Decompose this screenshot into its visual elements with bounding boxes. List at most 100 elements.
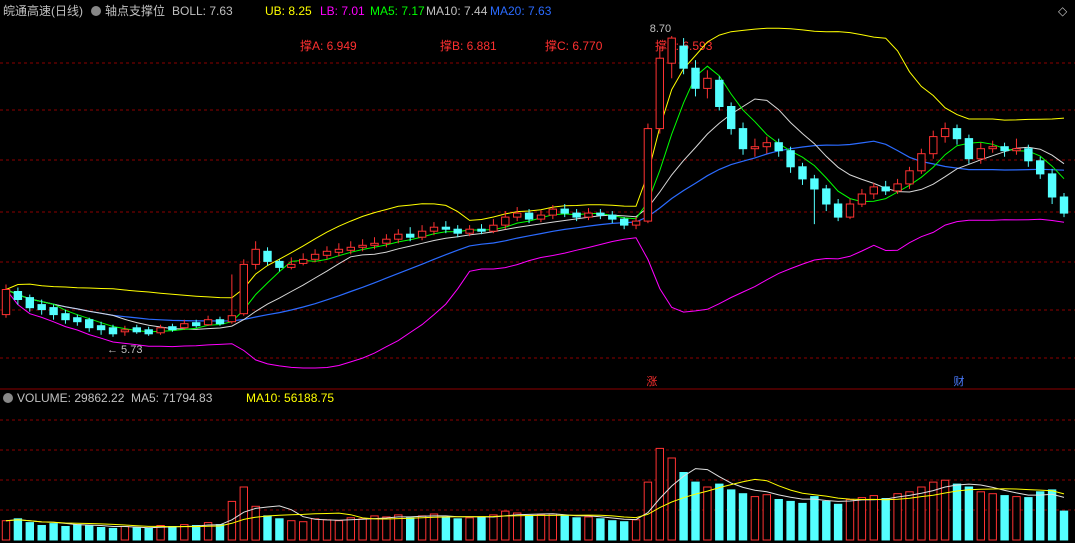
candle-body [1036, 160, 1045, 175]
volume-bar [750, 496, 760, 541]
candle-body [251, 248, 260, 265]
volume-bar [417, 515, 427, 541]
volume-dropdown-icon[interactable] [3, 393, 13, 403]
candle-body [940, 128, 950, 138]
volume-bar [358, 518, 367, 541]
candle-body [1047, 173, 1057, 198]
volume-bar [49, 523, 58, 541]
volume-bar [287, 520, 296, 541]
volume-bar [536, 514, 546, 541]
candle-body [1000, 146, 1009, 152]
volume-value: VOLUME: 29862.22 [17, 391, 125, 405]
candle-body [786, 150, 795, 168]
candle-body [108, 327, 118, 335]
candle-body [679, 45, 688, 69]
volume-bar [489, 514, 498, 541]
volume-value: MA10: 56188.75 [246, 391, 334, 405]
volume-bar [453, 518, 462, 541]
volume-bar [1036, 491, 1045, 541]
volume-bar [322, 519, 332, 541]
volume-bar [144, 527, 153, 541]
volume-bar [96, 527, 106, 541]
indicator-name: 轴点支撑位 [105, 3, 165, 18]
candle-body [346, 246, 356, 251]
candle-body [631, 220, 641, 226]
volume-bar [346, 517, 356, 541]
candle-body [667, 37, 676, 64]
volume-bar [727, 489, 736, 541]
candle-body [1024, 148, 1033, 162]
indicator-value: MA10: 7.44 [426, 4, 488, 18]
candle-body [227, 315, 237, 323]
candle-body [370, 242, 379, 246]
candle-body [881, 186, 890, 192]
volume-bar [857, 497, 867, 541]
candle-body [762, 142, 771, 148]
support-label: 撑C: 6.770 [545, 38, 603, 53]
volume-bar [334, 520, 344, 541]
candle-body [822, 188, 831, 205]
volume-bar [608, 520, 617, 541]
candle-body [620, 218, 629, 226]
candle-body [441, 226, 451, 230]
volume-bar [703, 486, 712, 541]
volume-bar [584, 516, 593, 541]
indicator-value: BOLL: 7.63 [172, 4, 233, 18]
candle-body [120, 329, 130, 333]
stock-chart: 皖通高速(日线) 轴点支撑位 BOLL: 7.63 UB: 8.25 LB: 7.0… [0, 3, 1075, 541]
support-labels: 撑A: 6.949 撑B: 6.881 撑C: 6.770 撑D: 6.593 [300, 38, 713, 53]
candle-body [548, 208, 557, 216]
volume-bar [917, 486, 926, 541]
volume-bar [1000, 495, 1009, 541]
candle-body [596, 212, 605, 216]
bollinger-bands [5, 27, 1065, 369]
candle-body [572, 212, 581, 218]
candle-body [608, 214, 617, 220]
volume-bar [370, 515, 379, 541]
candle-body [417, 230, 427, 238]
volume-bar [715, 483, 724, 541]
volume-bar [869, 495, 878, 541]
candle-body [358, 244, 367, 248]
support-label: 撑B: 6.881 [440, 38, 497, 53]
volume-bar [406, 517, 415, 541]
volume-bar [524, 515, 534, 541]
event-marker: 涨 [646, 375, 657, 388]
volume-bar [738, 493, 748, 541]
volume-header: VOLUME: 29862.22 MA5: 71794.83 MA10: 56188… [17, 391, 334, 405]
candle-body [215, 319, 225, 325]
candle-body [85, 319, 94, 329]
volume-bar [1, 520, 11, 541]
candle-body [905, 170, 914, 185]
candle-body [833, 203, 843, 218]
collapse-icon[interactable]: ◇ [1058, 4, 1068, 18]
volume-bar [251, 505, 260, 541]
candle-body [25, 297, 35, 309]
candle-body [857, 193, 867, 205]
volume-bar [465, 517, 474, 541]
volume-mas [5, 468, 1065, 529]
indicator-value: MA20: 7.63 [490, 4, 552, 18]
candle-body [192, 322, 201, 327]
volume-bar [1047, 489, 1057, 541]
candle-body [1059, 196, 1069, 214]
volume-bar [215, 524, 225, 541]
candle-body [976, 148, 985, 160]
candle-body [524, 212, 534, 220]
volume-bar [762, 494, 771, 541]
volume-bar [441, 516, 451, 541]
candle-body [917, 153, 926, 172]
candle-body [655, 57, 664, 130]
candle-body [727, 106, 736, 130]
volume-bar [382, 516, 391, 541]
volume-ma10-line [5, 478, 1065, 528]
volume-bar [25, 522, 35, 541]
volume-bar [964, 486, 974, 541]
candle-body [287, 263, 296, 268]
volume-bar [774, 499, 783, 541]
candle-body [810, 178, 819, 190]
candle-body [774, 142, 783, 152]
volume-bar [429, 513, 439, 541]
dropdown-icon[interactable] [91, 6, 101, 16]
volume-bar [988, 493, 997, 541]
